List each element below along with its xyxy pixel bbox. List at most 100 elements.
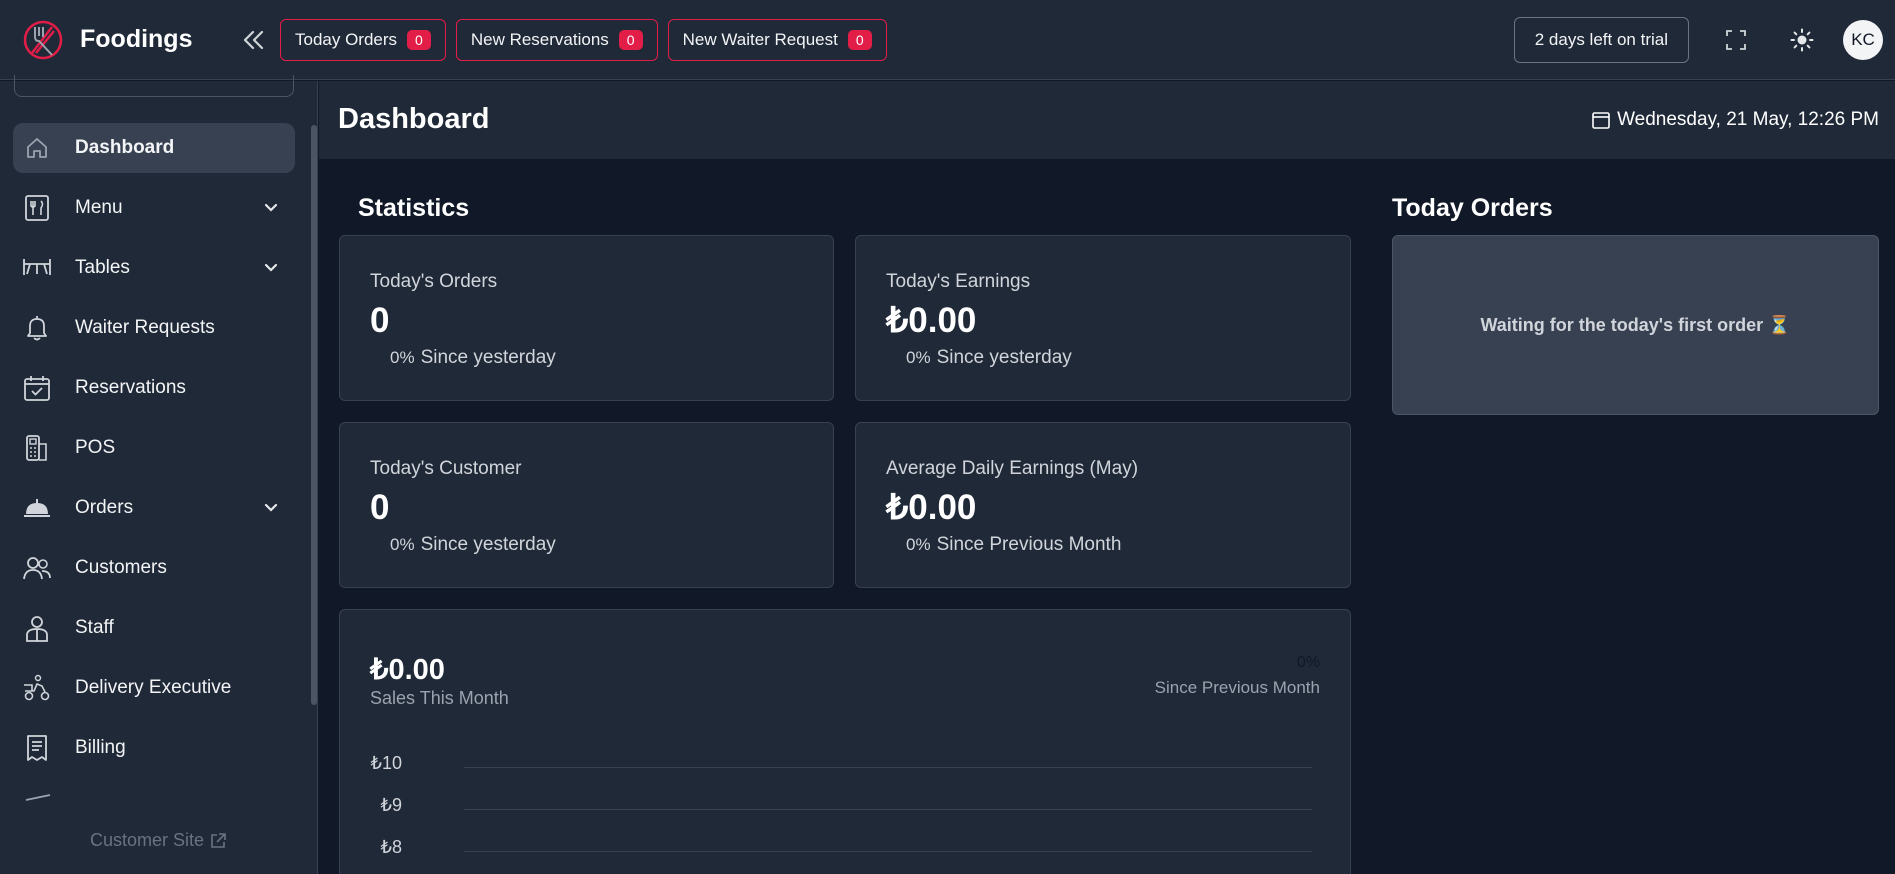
external-link-icon [211, 832, 226, 848]
sales-change-since: Since Previous Month [1154, 678, 1320, 697]
fullscreen-button[interactable] [1713, 17, 1759, 63]
today-orders-title: Today Orders [1392, 194, 1553, 222]
collapse-sidebar-button[interactable] [236, 23, 270, 57]
sales-this-month-card: ₺0.00 Sales This Month 0% Since Previous… [339, 609, 1351, 874]
sidebar-item-label: Billing [75, 737, 126, 758]
change-percent: 0% [906, 348, 931, 367]
card-value: ₺0.00 [886, 488, 977, 527]
sidebar-item-label: Customers [75, 557, 167, 578]
sidebar-item-label: Orders [75, 497, 134, 518]
todays-customer-card: Today's Customer 0 0% Since yesterday [339, 422, 834, 588]
table-icon [22, 253, 52, 283]
sidebar-item-dashboard[interactable]: Dashboard [13, 123, 295, 173]
todays-earnings-card: Today's Earnings ₺0.00 0% Since yesterday [855, 235, 1351, 401]
sidebar-item-label: Waiter Requests [75, 317, 215, 338]
brand[interactable]: Foodings [22, 19, 222, 61]
sidebar-item-menu[interactable]: Menu [13, 183, 295, 233]
new-reservations-pill[interactable]: New Reservations 0 [455, 18, 658, 61]
trial-button[interactable]: 2 days left on trial [1513, 16, 1689, 63]
calendar-check-icon [22, 373, 52, 403]
chevron-down-icon [261, 498, 281, 518]
sidebar-search-field[interactable] [14, 75, 294, 97]
change-percent: 0% [906, 535, 931, 554]
chevron-down-icon [261, 198, 281, 218]
change-since: Since Previous Month [936, 534, 1122, 555]
card-value: 0 [370, 488, 390, 527]
sidebar-item-pos[interactable]: POS [13, 423, 295, 473]
sidebar-item-customers[interactable]: Customers [13, 543, 295, 593]
bell-icon [22, 313, 52, 343]
page-title: Dashboard [338, 103, 490, 135]
sidebar-item-delivery-executive[interactable]: Delivery Executive [13, 663, 295, 713]
sales-change-percent: 0% [1296, 654, 1320, 671]
sidebar-item-label: POS [75, 437, 116, 458]
grid-line [464, 767, 1312, 768]
pill-label: Today Orders [295, 29, 398, 49]
theme-toggle-button[interactable] [1779, 17, 1825, 63]
brand-name: Foodings [80, 25, 193, 53]
sidebar-item-tables[interactable]: Tables [13, 243, 295, 293]
top-bar: Foodings Today Orders 0 New Reservations… [0, 0, 1895, 80]
average-daily-earnings-card: Average Daily Earnings (May) ₺0.00 0% Sin… [855, 422, 1351, 588]
calendar-icon [1592, 112, 1610, 129]
grid-line [464, 851, 1312, 852]
pill-label: New Reservations [470, 29, 609, 49]
partial-menu-icon [25, 794, 51, 801]
card-change: 0% Since yesterday [390, 347, 556, 369]
sidebar-scrollbar[interactable] [311, 125, 317, 705]
new-waiter-request-pill[interactable]: New Waiter Request 0 [667, 18, 887, 61]
y-tick-label: ₺9 [380, 795, 402, 815]
cloche-icon [22, 493, 52, 523]
sales-value: ₺0.00 [370, 654, 445, 686]
statistics-title: Statistics [358, 194, 470, 222]
sidebar-item-label: Dashboard [75, 137, 175, 158]
sun-icon [1790, 28, 1814, 51]
page-header: Dashboard Wednesday, 21 May, 12:26 PM [319, 81, 1895, 159]
menu-book-icon [22, 193, 52, 223]
card-label: Today's Customer [370, 458, 522, 479]
card-change: 0% Since Previous Month [906, 534, 1121, 556]
empty-message: Waiting for the today's first order ⏳ [1480, 314, 1791, 335]
pill-label: New Waiter Request [682, 29, 838, 49]
delivery-scooter-icon [22, 673, 52, 703]
change-since: Since yesterday [936, 347, 1072, 368]
card-change: 0% Since yesterday [906, 347, 1072, 369]
card-label: Average Daily Earnings (May) [886, 458, 1139, 479]
home-icon [22, 133, 52, 163]
pos-terminal-icon [22, 433, 52, 463]
sidebar-item-orders[interactable]: Orders [13, 483, 295, 533]
change-percent: 0% [390, 348, 415, 367]
sidebar-item-waiter-requests[interactable]: Waiter Requests [13, 303, 295, 353]
current-date: Wednesday, 21 May, 12:26 PM [1591, 109, 1879, 131]
change-since: Since yesterday [420, 347, 556, 368]
customer-site-link[interactable]: Customer Site [0, 830, 318, 851]
change-since: Since yesterday [420, 534, 556, 555]
chevron-down-icon [261, 258, 281, 278]
avatar[interactable]: KC [1843, 19, 1883, 60]
count-badge: 0 [847, 29, 872, 50]
card-label: Today's Orders [370, 271, 498, 292]
sidebar-item-staff[interactable]: Staff [13, 603, 295, 653]
sidebar-item-label: Staff [75, 617, 114, 638]
fullscreen-icon [1726, 29, 1746, 50]
count-badge: 0 [407, 29, 431, 50]
card-change: 0% Since yesterday [390, 534, 556, 556]
sidebar-item-billing[interactable]: Billing [13, 723, 295, 773]
change-percent: 0% [390, 535, 415, 554]
top-right-controls: 2 days left on trial KC [1513, 16, 1883, 63]
y-tick-label: ₺8 [380, 837, 402, 857]
sidebar: Dashboard Menu Tables Waiter Requests Re… [0, 75, 318, 874]
sidebar-item-label: Reservations [75, 377, 186, 398]
customer-site-label: Customer Site [89, 830, 205, 850]
y-tick-label: ₺10 [370, 753, 402, 773]
card-value: ₺0.00 [886, 301, 977, 340]
double-chevron-left-icon [243, 30, 264, 49]
foodings-logo-icon [23, 20, 63, 59]
sidebar-item-reservations[interactable]: Reservations [13, 363, 295, 413]
sidebar-item-label: Tables [75, 257, 130, 278]
card-value: 0 [370, 301, 390, 340]
grid-line [464, 809, 1312, 810]
receipt-icon [22, 733, 52, 763]
staff-icon [22, 613, 52, 643]
today-orders-pill[interactable]: Today Orders 0 [280, 18, 446, 61]
